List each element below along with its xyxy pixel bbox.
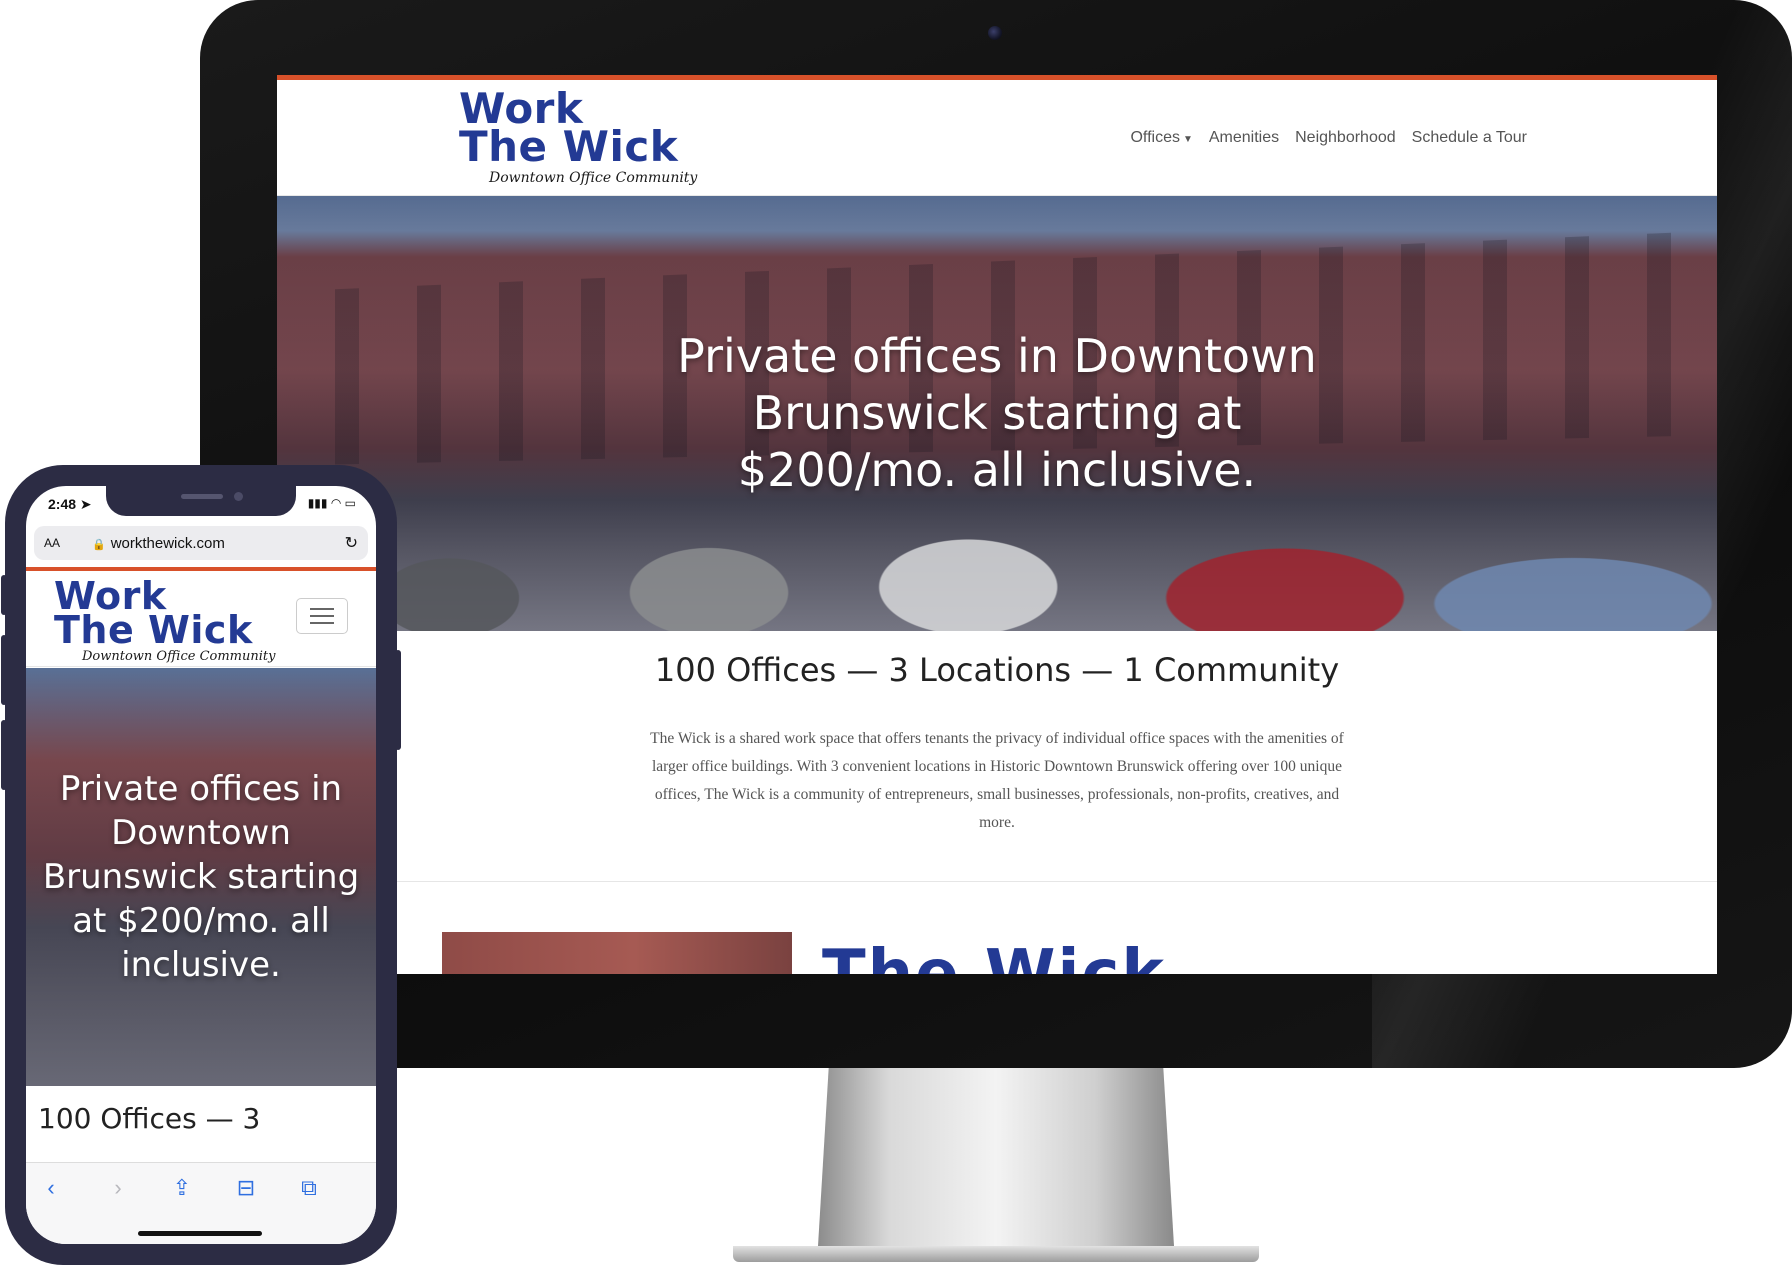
logo-line-2: The Wick — [459, 122, 679, 172]
mobile-header: Work The Wick Downtown Office Community — [26, 571, 376, 667]
share-icon[interactable]: ⇪ — [167, 1175, 197, 1201]
mobile-phone: 2:48 ➤ ▮▮▮ ◠ ▭ AA 🔒 workthewick.com ↻ Wor… — [1, 465, 401, 1265]
mobile-screen: 2:48 ➤ ▮▮▮ ◠ ▭ AA 🔒 workthewick.com ↻ Wor… — [26, 486, 376, 1244]
forward-icon[interactable]: › — [103, 1175, 133, 1201]
address-bar[interactable]: AA 🔒 workthewick.com ↻ — [34, 526, 368, 560]
nav-schedule-tour[interactable]: Schedule a Tour — [1412, 129, 1527, 147]
bookmarks-icon[interactable]: ⊟ — [231, 1175, 261, 1201]
hero-title: Private offices in Downtown Brunswick st… — [677, 329, 1317, 497]
intro-paragraph: The Wick is a shared work space that off… — [650, 730, 1344, 831]
location-photo — [442, 932, 792, 974]
nav-neighborhood[interactable]: Neighborhood — [1295, 129, 1396, 147]
location-section: The Wick — [277, 882, 1717, 974]
desktop-screen: Work The Wick Downtown Office Community … — [277, 75, 1717, 974]
site-header: Work The Wick Downtown Office Community … — [277, 80, 1717, 196]
nav-amenities[interactable]: Amenities — [1209, 129, 1279, 147]
nav-offices[interactable]: Offices ▼ — [1130, 129, 1192, 147]
site-logo[interactable]: Work The Wick Downtown Office Community — [459, 88, 698, 186]
section-logo: The Wick — [822, 937, 1166, 974]
caret-down-icon: ▼ — [1182, 133, 1193, 145]
hero-banner: Private offices in Downtown Brunswick st… — [26, 668, 376, 1086]
tabs-icon[interactable]: ⧉ — [294, 1175, 324, 1201]
monitor-stand — [818, 1068, 1174, 1246]
hero-title: Private offices in Downtown Brunswick st… — [42, 769, 360, 985]
url-text: 🔒 workthewick.com — [92, 534, 225, 552]
section-tagline: 100 Offices — 3 Locations — 1 Community — [654, 651, 1340, 689]
reader-aa-button[interactable]: AA — [44, 536, 92, 550]
phone-notch — [106, 486, 296, 516]
camera-icon — [988, 26, 1002, 40]
main-nav: Offices ▼ Amenities Neighborhood Schedule… — [1130, 129, 1527, 147]
status-icons: ▮▮▮ ◠ ▭ — [307, 496, 356, 510]
section-tagline: 100 Offices — 3 — [38, 1102, 261, 1135]
site-logo[interactable]: Work The Wick Downtown Office Community — [54, 577, 276, 665]
logo-tagline: Downtown Office Community — [489, 170, 698, 186]
monitor-stand-base — [733, 1246, 1259, 1262]
lock-icon: 🔒 — [92, 538, 106, 551]
reload-icon[interactable]: ↻ — [345, 533, 358, 553]
home-indicator — [138, 1231, 262, 1236]
status-time: 2:48 ➤ — [48, 496, 92, 512]
browser-toolbar: ‹ › ⇪ ⊟ ⧉ — [26, 1162, 376, 1244]
hero-banner: Private offices in Downtown Brunswick st… — [277, 196, 1717, 631]
back-icon[interactable]: ‹ — [36, 1175, 66, 1201]
logo-line-2: The Wick — [54, 608, 253, 653]
logo-tagline: Downtown Office Community — [82, 649, 276, 665]
menu-toggle-button[interactable] — [296, 598, 348, 634]
